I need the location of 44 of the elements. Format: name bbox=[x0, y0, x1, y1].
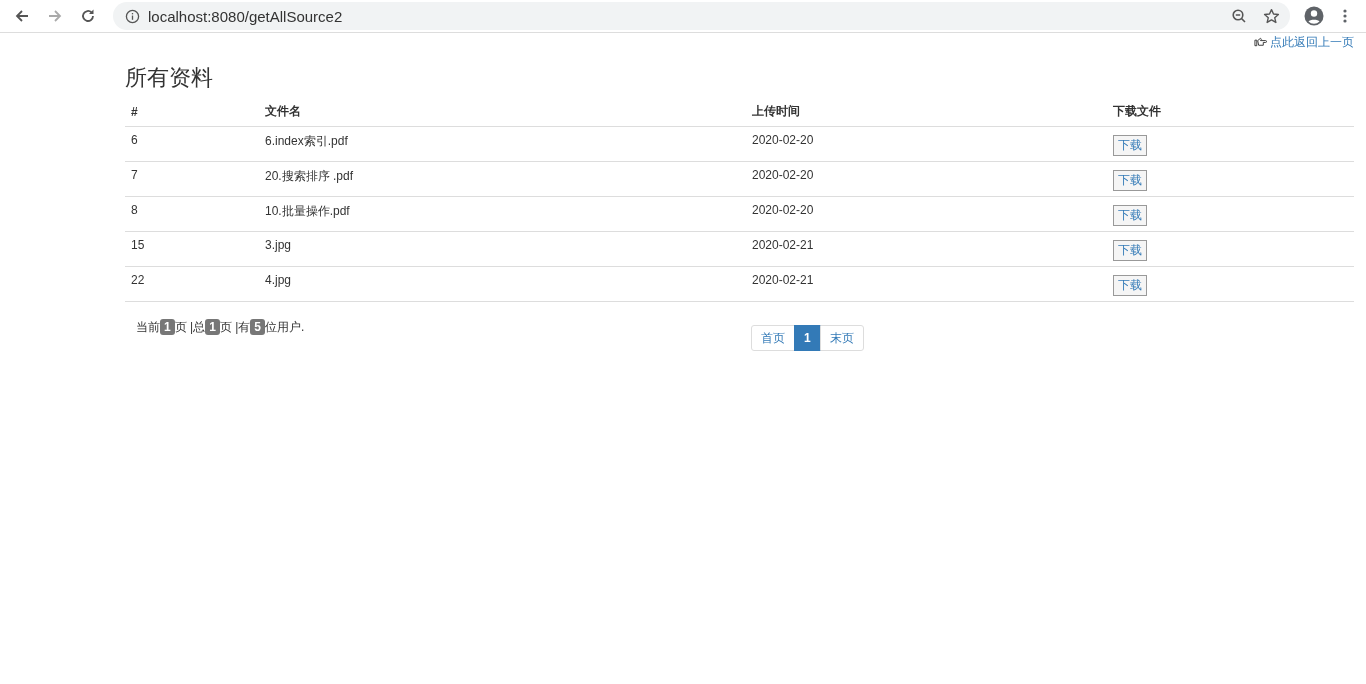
table-cell: 2020-02-20 bbox=[752, 133, 814, 147]
download-button[interactable]: 下载 bbox=[1113, 275, 1147, 296]
table-cell: 2020-02-20 bbox=[752, 203, 814, 217]
star-icon[interactable] bbox=[1263, 7, 1280, 25]
table-cell: 2020-02-21 bbox=[752, 273, 814, 287]
download-button[interactable]: 下载 bbox=[1113, 240, 1147, 261]
column-header: 文件名 bbox=[259, 99, 746, 127]
menu-icon[interactable] bbox=[1342, 8, 1348, 24]
table-cell: 20.搜索排序 .pdf bbox=[265, 169, 354, 183]
table-cell: 4.jpg bbox=[265, 273, 292, 287]
download-button[interactable]: 下载 bbox=[1113, 205, 1147, 226]
zoom-out-icon[interactable] bbox=[1231, 8, 1247, 24]
table-cell: 10.批量操作.pdf bbox=[265, 204, 350, 218]
table-cell: 15 bbox=[131, 238, 145, 252]
status-text: 页 |总 bbox=[174, 318, 206, 336]
account-icon[interactable] bbox=[1304, 6, 1324, 26]
table-cell: 6.index索引.pdf bbox=[265, 134, 348, 148]
address-bar[interactable]: localhost:8080/getAllSource2 bbox=[113, 2, 1290, 30]
status-text: 当前 bbox=[136, 318, 160, 336]
column-header: 上传时间 bbox=[746, 99, 1107, 127]
table-cell: 3.jpg bbox=[265, 238, 292, 252]
table-cell: 2020-02-21 bbox=[752, 238, 814, 252]
column-header: # bbox=[125, 99, 259, 127]
pointing-hand-icon bbox=[1254, 37, 1267, 47]
back-arrow-icon[interactable] bbox=[14, 8, 30, 24]
download-button[interactable]: 下载 bbox=[1113, 170, 1147, 191]
column-header: 下载文件 bbox=[1107, 99, 1354, 127]
table-cell: 6 bbox=[131, 133, 138, 147]
back-link[interactable]: 点此返回上一页 bbox=[1270, 33, 1354, 51]
page-link[interactable]: 末页 bbox=[819, 325, 864, 351]
status-text: 页 |有 bbox=[219, 318, 251, 336]
count-badge: 5 bbox=[250, 319, 265, 335]
page-link[interactable]: 1 bbox=[794, 325, 821, 351]
table-cell: 8 bbox=[131, 203, 138, 217]
info-icon[interactable] bbox=[125, 8, 140, 24]
page-title: 所有资料 bbox=[125, 64, 214, 92]
status-text: 位用户. bbox=[264, 318, 305, 336]
count-badge: 1 bbox=[205, 319, 220, 335]
reload-icon[interactable] bbox=[80, 8, 96, 24]
table-cell: 22 bbox=[131, 273, 145, 287]
table-cell: 7 bbox=[131, 168, 138, 182]
count-badge: 1 bbox=[160, 319, 175, 335]
download-button[interactable]: 下载 bbox=[1113, 135, 1147, 156]
table-cell: 2020-02-20 bbox=[752, 168, 814, 182]
